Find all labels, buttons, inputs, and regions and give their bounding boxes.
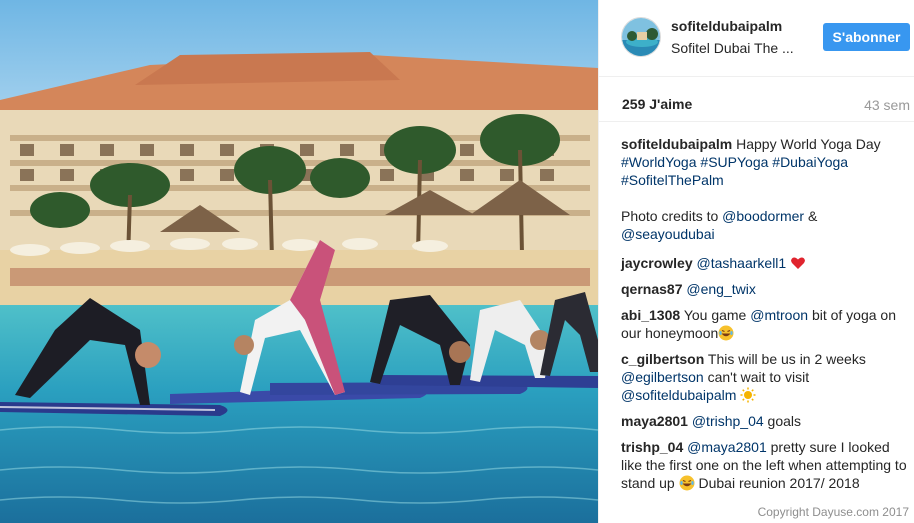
laughing-face-icon <box>718 325 734 341</box>
mention[interactable]: @trishp_04 <box>692 413 764 429</box>
comment-item: abi_1308 You game @mtroon bit of yoga on… <box>621 306 907 342</box>
post-time[interactable]: 43 sem <box>864 97 910 113</box>
mention[interactable]: @boodormer <box>722 208 804 224</box>
comment-text: You game <box>683 307 747 323</box>
follow-button[interactable]: S'abonner <box>823 23 910 51</box>
comment-item: c_gilbertson This will be us in 2 weeks … <box>621 350 907 404</box>
comment-author[interactable]: sofiteldubaipalm <box>621 136 732 152</box>
comment-item: jaycrowley @tashaarkell1 <box>621 254 907 272</box>
hashtag[interactable]: #WorldYoga <box>621 154 697 170</box>
mention[interactable]: @tashaarkell1 <box>697 255 787 271</box>
mention[interactable]: @maya2801 <box>687 439 767 455</box>
comment-author[interactable]: trishp_04 <box>621 439 683 455</box>
hashtag[interactable]: #SofitelThePalm <box>621 172 724 188</box>
caption-comment: sofiteldubaipalm Happy World Yoga Day #W… <box>621 135 907 243</box>
comment-author[interactable]: jaycrowley <box>621 255 693 271</box>
comment-author[interactable]: qernas87 <box>621 281 682 297</box>
comment-text: can't wait to visit <box>707 369 810 385</box>
comment-author[interactable]: maya2801 <box>621 413 688 429</box>
mention[interactable]: @sofiteldubaipalm <box>621 387 736 403</box>
heart-icon <box>791 257 805 269</box>
credits-and: & <box>807 208 818 224</box>
sun-icon <box>740 387 756 403</box>
mention[interactable]: @mtroon <box>750 307 808 323</box>
comment-author[interactable]: c_gilbertson <box>621 351 704 367</box>
comment-item: trishp_04 @maya2801 pretty sure I looked… <box>621 438 907 492</box>
credits-text: Photo credits to <box>621 208 719 224</box>
hashtag[interactable]: #DubaiYoga <box>772 154 848 170</box>
caption-text: Happy World Yoga Day <box>736 136 881 152</box>
comment-text: goals <box>767 413 802 429</box>
comment-item: qernas87 @eng_twix <box>621 280 907 298</box>
yoga-beach-image <box>0 0 598 523</box>
comment-author[interactable]: abi_1308 <box>621 307 680 323</box>
post-photo[interactable] <box>0 0 598 523</box>
comment-text: This will be us in 2 weeks <box>707 351 866 367</box>
post-header: sofiteldubaipalm Sofitel Dubai The ... S… <box>599 0 914 77</box>
copyright-watermark: Copyright Dayuse.com 2017 <box>757 505 909 519</box>
mention[interactable]: @eng_twix <box>686 281 755 297</box>
avatar[interactable] <box>621 17 661 57</box>
avatar-image-icon <box>622 18 660 56</box>
comments-list: sofiteldubaipalm Happy World Yoga Day #W… <box>621 135 907 500</box>
hashtag[interactable]: #SUPYoga <box>700 154 768 170</box>
post-location[interactable]: Sofitel Dubai The ... <box>671 40 794 56</box>
post-stats: 259 J'aime 43 sem <box>599 77 914 122</box>
mention[interactable]: @seayoudubai <box>621 226 715 242</box>
mention[interactable]: @egilbertson <box>621 369 704 385</box>
comment-text: Dubai reunion 2017/ 2018 <box>698 475 860 491</box>
post-username[interactable]: sofiteldubaipalm <box>671 18 782 34</box>
laughing-face-icon <box>679 475 695 491</box>
comment-item: maya2801 @trishp_04 goals <box>621 412 907 430</box>
likes-count[interactable]: 259 J'aime <box>622 96 692 112</box>
